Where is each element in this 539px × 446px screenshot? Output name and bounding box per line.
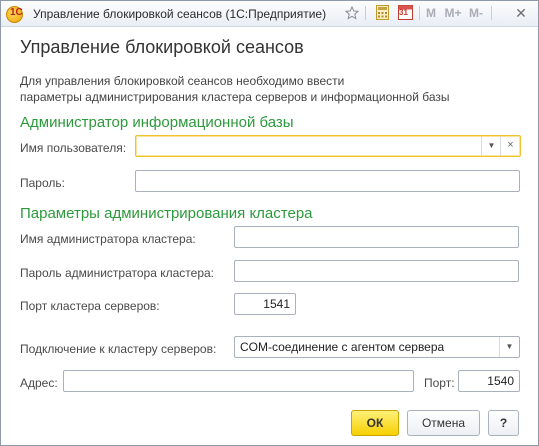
calculator-icon[interactable]: [373, 4, 391, 22]
toolbar-separator: [491, 6, 492, 20]
port-field[interactable]: 1540: [458, 370, 520, 392]
user-name-label: Имя пользователя:: [20, 141, 127, 155]
app-logo-text: 1С: [10, 7, 23, 18]
window-title: Управление блокировкой сеансов (1С:Предп…: [33, 7, 327, 21]
user-name-field[interactable]: ▼ ×: [135, 135, 521, 157]
description-line-2: параметры администрирования кластера сер…: [20, 90, 450, 104]
cluster-port-field[interactable]: 1541: [234, 293, 296, 315]
connection-value: COM-соединение с агентом сервера: [240, 340, 445, 354]
clear-icon[interactable]: ×: [500, 136, 520, 156]
help-button[interactable]: ?: [488, 410, 519, 436]
section-ib-admin-heading: Администратор информационной базы: [20, 114, 294, 131]
close-icon[interactable]: ✕: [511, 4, 531, 22]
cluster-admin-password-label: Пароль администратора кластера:: [20, 266, 215, 280]
connection-label: Подключение к кластеру серверов:: [20, 342, 217, 356]
session-lock-dialog: 1С Управление блокировкой сеансов (1С:Пр…: [0, 0, 539, 446]
ok-button[interactable]: ОК: [351, 410, 399, 436]
connection-select[interactable]: COM-соединение с агентом сервера ▼: [234, 336, 520, 358]
cancel-button[interactable]: Отмена: [407, 410, 480, 436]
form-title: Управление блокировкой сеансов: [20, 37, 304, 57]
section-cluster-heading: Параметры администрирования кластера: [20, 205, 313, 222]
calendar-day-text: 31: [399, 8, 408, 17]
memory-recall-button[interactable]: M: [424, 4, 438, 22]
cluster-admin-password-field[interactable]: [234, 260, 519, 282]
address-field[interactable]: [63, 370, 414, 392]
cluster-admin-name-field[interactable]: [234, 226, 519, 248]
cluster-admin-name-label: Имя администратора кластера:: [20, 232, 196, 246]
toolbar-separator: [365, 6, 366, 20]
port-label: Порт:: [424, 376, 455, 390]
chevron-down-icon[interactable]: ▼: [499, 337, 519, 357]
star-icon[interactable]: [343, 4, 361, 22]
cluster-port-label: Порт кластера серверов:: [20, 299, 160, 313]
memory-subtract-button[interactable]: M-: [466, 4, 486, 22]
calendar-icon[interactable]: 31: [396, 4, 414, 22]
app-logo-icon: 1С: [6, 6, 23, 23]
description-line-1: Для управления блокировкой сеансов необх…: [20, 74, 345, 88]
password-label: Пароль:: [20, 176, 65, 190]
password-field[interactable]: [135, 170, 520, 192]
chevron-down-icon[interactable]: ▼: [481, 136, 501, 156]
title-bar: 1С Управление блокировкой сеансов (1С:Пр…: [1, 1, 538, 27]
form-description: Для управления блокировкой сеансов необх…: [20, 73, 450, 105]
memory-add-button[interactable]: M+: [442, 4, 464, 22]
toolbar-separator: [419, 6, 420, 20]
address-label: Адрес:: [20, 376, 58, 390]
